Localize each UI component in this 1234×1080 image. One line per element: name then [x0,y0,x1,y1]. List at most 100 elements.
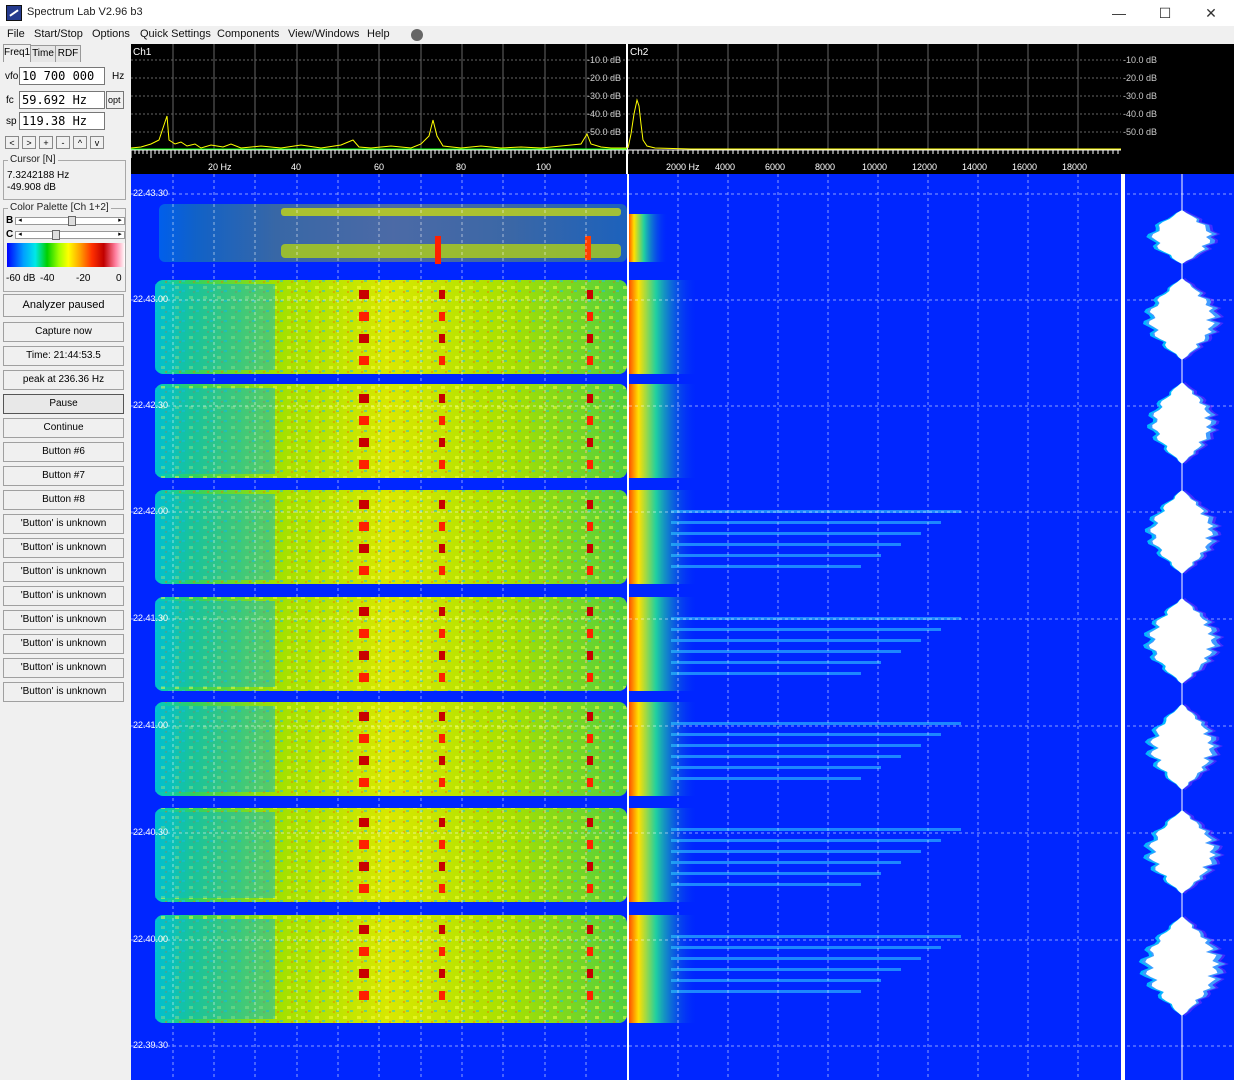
cursor-group: Cursor [N] 7.3242188 Hz -49.908 dB [3,154,126,200]
menu-start-stop[interactable]: Start/Stop [34,28,83,40]
ch1-label: Ch1 [133,47,152,58]
center-frequency-field[interactable]: 59.692 Hz [19,91,105,109]
time-label: 22.43.00 [133,294,169,304]
ch2-freq-label: 14000 [962,162,988,172]
window-title: Spectrum Lab V2.96 b3 [27,6,143,18]
tab-time[interactable]: Time [30,45,56,62]
brightness-slider[interactable]: ◂ ▸ [15,216,125,226]
time-button[interactable]: Time: 21:44:53.5 [3,346,124,366]
waterfall-bands [155,204,961,1023]
ch1-freq-label: 40 [291,162,302,172]
slider-left-arrow-icon[interactable]: ◂ [16,217,24,225]
oscilloscope-view [1138,210,1229,1016]
time-label: 22.39.30 [133,1040,169,1050]
ch2-freq-label: 4000 [715,162,736,172]
unknown-button[interactable]: 'Button' is unknown [3,514,124,534]
ch1-db-label: -30.0 dB [587,91,622,101]
time-label: 22.42.30 [133,400,169,410]
color-palette-group: Color Palette [Ch 1+2] B ◂ ▸ C ◂ ▸ -60 d… [3,202,126,292]
palette-scale-label: -40 [40,273,55,284]
waterfall-display[interactable]: 22.43.30 22.43.00 22.42.30 22.42.00 22.4… [131,174,1234,1080]
vfo-unit: Hz [112,71,125,82]
ch1-db-label: -10.0 dB [587,55,622,65]
status-dot-icon[interactable] [411,29,423,41]
ch2-db-label: -10.0 dB [1123,55,1158,65]
scroll-right-button[interactable]: > [22,136,36,149]
menu-help[interactable]: Help [367,28,390,40]
contrast-thumb[interactable] [52,230,60,240]
contrast-label: C [6,229,14,240]
palette-title: Color Palette [Ch 1+2] [8,202,111,213]
menu-bar: File Start/Stop Options Quick Settings C… [0,26,1234,44]
slider-left-arrow-icon[interactable]: ◂ [16,231,24,239]
palette-scale-label: 0 [116,273,122,284]
ch1-freq-label: 20 Hz [208,162,232,172]
scroll-left-button[interactable]: < [5,136,19,149]
scroll-down-button[interactable]: v [90,136,104,149]
button-6[interactable]: Button #6 [3,442,124,462]
button-7[interactable]: Button #7 [3,466,124,486]
pause-button[interactable]: Pause [3,394,124,414]
palette-scale-label: -60 dB [6,273,36,284]
palette-gradient[interactable] [7,243,125,267]
menu-quick-settings[interactable]: Quick Settings [140,28,211,40]
zoom-in-button[interactable]: + [39,136,53,149]
vfo-field[interactable]: 10 700 000 [19,67,105,85]
ch2-trace [627,98,1121,150]
capture-now-button[interactable]: Capture now [3,322,124,342]
slider-right-arrow-icon[interactable]: ▸ [116,217,124,225]
ch2-db-label: -30.0 dB [1123,91,1158,101]
menu-view-windows[interactable]: View/Windows [288,28,359,40]
contrast-slider[interactable]: ◂ ▸ [15,230,125,240]
span-field[interactable]: 119.38 Hz [19,112,105,130]
unknown-button[interactable]: 'Button' is unknown [3,586,124,606]
app-icon [6,5,22,21]
slider-right-arrow-icon[interactable]: ▸ [116,231,124,239]
time-label: 22.41.30 [133,613,169,623]
brightness-label: B [6,215,14,226]
unknown-button[interactable]: 'Button' is unknown [3,658,124,678]
brightness-thumb[interactable] [68,216,76,226]
fc-label: fc [6,95,14,106]
ch2-freq-label: 16000 [1012,162,1038,172]
ch1-db-label: -50.0 dB [587,127,622,137]
analyzer-status-button[interactable]: Analyzer paused [3,294,124,317]
scroll-up-button[interactable]: ^ [73,136,87,149]
ch2-freq-label: 18000 [1062,162,1088,172]
unknown-button[interactable]: 'Button' is unknown [3,682,124,702]
ch1-db-label: -20.0 dB [587,73,622,83]
time-label: 22.43.30 [133,188,169,198]
ch2-freq-label: 10000 [862,162,888,172]
unknown-button[interactable]: 'Button' is unknown [3,538,124,558]
ch2-freq-label: 6000 [765,162,786,172]
button-8[interactable]: Button #8 [3,490,124,510]
minimize-button[interactable]: — [1096,0,1142,26]
opt-button[interactable]: opt [106,91,124,109]
palette-scale-label: -20 [76,273,91,284]
ch2-label: Ch2 [630,47,649,58]
tab-rdf[interactable]: RDF [55,45,81,62]
menu-file[interactable]: File [7,28,25,40]
time-label: 22.41.00 [133,720,169,730]
unknown-button[interactable]: 'Button' is unknown [3,634,124,654]
zoom-out-button[interactable]: - [56,136,70,149]
spectrum-display[interactable]: Ch1 Ch2 -10.0 dB -20.0 dB -30.0 dB -40.0… [131,44,1234,174]
vfo-label: vfo [5,71,19,82]
close-button[interactable]: ✕ [1188,0,1234,26]
maximize-button[interactable]: ☐ [1142,0,1188,26]
ch1-freq-label: 60 [374,162,385,172]
peak-button[interactable]: peak at 236.36 Hz [3,370,124,390]
unknown-button[interactable]: 'Button' is unknown [3,562,124,582]
time-label: 22.40.30 [133,827,169,837]
ch2-freq-label: 8000 [815,162,836,172]
continue-button[interactable]: Continue [3,418,124,438]
waterfall-graph [131,174,1234,1080]
unknown-button[interactable]: 'Button' is unknown [3,610,124,630]
ch1-db-label: -40.0 dB [587,109,622,119]
ch2-db-label: -50.0 dB [1123,127,1158,137]
tab-freq1[interactable]: Freq1 [3,44,31,62]
control-panel: Freq1 Time RDF vfo 10 700 000 Hz fc 59.6… [0,44,131,1080]
menu-components[interactable]: Components [217,28,279,40]
cursor-title: Cursor [N] [8,154,58,165]
menu-options[interactable]: Options [92,28,130,40]
